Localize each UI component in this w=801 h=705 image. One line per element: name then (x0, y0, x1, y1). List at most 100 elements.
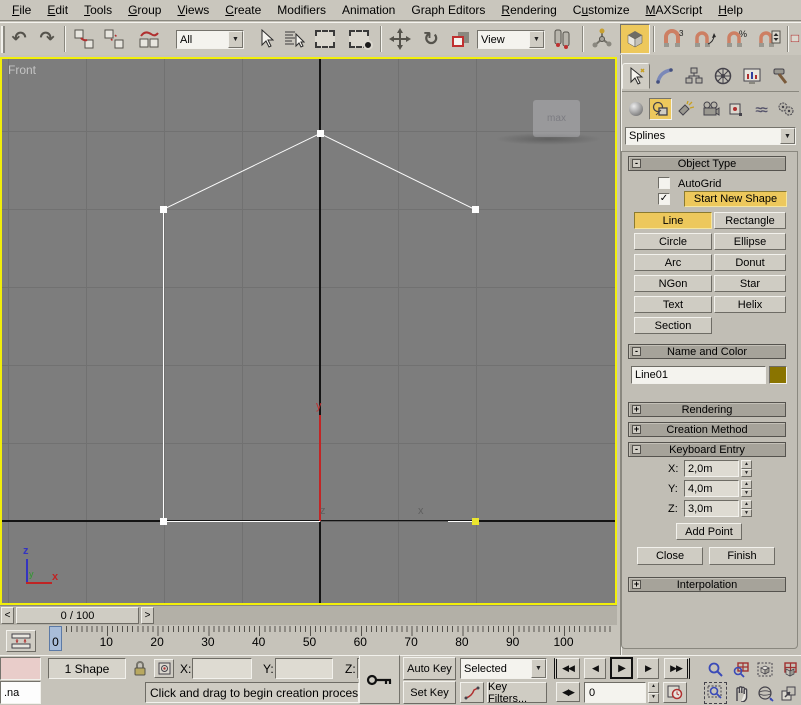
arc-rotate-button[interactable] (753, 682, 776, 704)
keyboard-shortcut-override-button[interactable] (620, 24, 650, 54)
select-by-name-button[interactable] (280, 25, 308, 53)
time-slider-handle[interactable]: 0 / 100 (16, 607, 139, 624)
menu-edit[interactable]: Edit (39, 1, 76, 19)
category-systems[interactable] (774, 98, 797, 120)
category-helpers[interactable] (724, 98, 747, 120)
previous-frame-button[interactable]: ◀ (584, 658, 606, 679)
zoom-button[interactable] (704, 658, 727, 680)
angle-snap-toggle-button[interactable] (690, 25, 720, 53)
rollout-rendering[interactable]: + Rendering (628, 402, 786, 417)
menu-rendering[interactable]: Rendering (493, 1, 564, 19)
ke-y-spinner[interactable]: ▲▼ (741, 480, 752, 497)
snap-toggle-3d-button[interactable]: 3 (658, 25, 688, 53)
front-viewport[interactable]: Front max y z x z x y (0, 57, 617, 605)
default-tangents-button[interactable] (460, 682, 484, 703)
menu-views[interactable]: Views (169, 1, 217, 19)
tab-modify[interactable] (651, 63, 679, 89)
window-crossing-toggle-button[interactable] (344, 25, 374, 53)
menu-animation[interactable]: Animation (334, 1, 403, 19)
rollout-object-type[interactable]: - Object Type (628, 156, 786, 171)
tab-display[interactable] (738, 63, 766, 89)
selected-filter-dropdown[interactable]: Selected ▼ (460, 658, 547, 679)
rollout-keyboard-entry[interactable]: - Keyboard Entry (628, 442, 786, 457)
current-frame-input[interactable]: 0 (584, 682, 646, 703)
autogrid-checkbox[interactable] (658, 177, 670, 189)
redo-button[interactable]: ↷ (34, 25, 60, 51)
object-name-input[interactable]: Line01 (631, 366, 766, 384)
key-filters-button[interactable]: Key Filters... (487, 682, 547, 703)
ke-x-input[interactable]: 2,0m (684, 460, 739, 477)
named-selection-sets-button[interactable] (790, 25, 801, 53)
ellipse-button[interactable]: Ellipse (714, 233, 786, 250)
selection-filter-dropdown[interactable]: All ▼ (176, 30, 244, 49)
category-cameras[interactable] (699, 98, 722, 120)
menu-customize[interactable]: Customize (565, 1, 638, 19)
maxscript-listener-pane[interactable]: .na (0, 681, 41, 704)
ke-z-spinner[interactable]: ▲▼ (741, 500, 752, 517)
next-frame-button[interactable]: ▶ (637, 658, 659, 679)
menu-tools[interactable]: Tools (76, 1, 120, 19)
unlink-selection-button[interactable] (100, 25, 128, 53)
menu-graph-editors[interactable]: Graph Editors (403, 1, 493, 19)
line-button[interactable]: Line (634, 212, 712, 229)
select-and-rotate-button[interactable]: ↻ (418, 25, 444, 53)
add-point-button[interactable]: Add Point (676, 523, 742, 540)
text-button[interactable]: Text (634, 296, 712, 313)
start-new-shape-checkbox[interactable]: ✓ (658, 193, 670, 205)
time-configuration-button[interactable] (663, 682, 687, 703)
viewport-canvas[interactable]: Front max y z x z x y (2, 59, 615, 603)
ke-x-spinner[interactable]: ▲▼ (741, 460, 752, 477)
play-button[interactable]: ▶ (610, 657, 633, 679)
viewport-label[interactable]: Front (8, 63, 36, 77)
close-button[interactable]: Close (637, 547, 703, 565)
bind-to-space-warp-button[interactable] (134, 25, 164, 53)
undo-button[interactable]: ↶ (6, 25, 32, 51)
toolbar-grip[interactable] (1, 26, 5, 53)
chevron-down-icon[interactable]: ▼ (780, 128, 795, 144)
zoom-all-button[interactable] (729, 658, 752, 680)
arc-button[interactable]: Arc (634, 254, 712, 271)
chevron-down-icon[interactable]: ▼ (531, 659, 546, 678)
menu-help[interactable]: Help (710, 1, 751, 19)
zoom-extents-button[interactable] (753, 658, 776, 680)
time-slider-next-button[interactable]: > (141, 607, 154, 624)
absolute-offset-mode-toggle[interactable] (154, 659, 174, 678)
helix-button[interactable]: Helix (714, 296, 786, 313)
menu-maxscript[interactable]: MAXScript (638, 1, 711, 19)
select-and-link-button[interactable] (70, 25, 98, 53)
min-max-toggle-button[interactable] (777, 682, 800, 704)
menu-modifiers[interactable]: Modifiers (269, 1, 334, 19)
select-and-manipulate-button[interactable] (588, 25, 616, 53)
rectangle-button[interactable]: Rectangle (714, 212, 786, 229)
category-space-warps[interactable]: ≈≈ (749, 98, 772, 120)
rollout-name-and-color[interactable]: - Name and Color (628, 344, 786, 359)
chevron-down-icon[interactable]: ▼ (228, 31, 243, 48)
pan-button[interactable] (729, 682, 752, 704)
category-dropdown[interactable]: Splines ▼ (625, 127, 796, 145)
open-mini-curve-editor-button[interactable] (6, 630, 36, 652)
ngon-button[interactable]: NGon (634, 275, 712, 292)
category-geometry[interactable] (624, 98, 647, 120)
object-color-swatch[interactable] (769, 366, 787, 384)
ke-z-input[interactable]: 3,0m (684, 500, 739, 517)
category-lights[interactable] (674, 98, 697, 120)
coord-y-input[interactable] (275, 658, 333, 679)
spinner-snap-toggle-button[interactable] (754, 25, 784, 53)
start-new-shape-button[interactable]: Start New Shape (684, 191, 787, 207)
tab-hierarchy[interactable] (680, 63, 708, 89)
circle-button[interactable]: Circle (634, 233, 712, 250)
time-slider-prev-button[interactable]: < (1, 607, 14, 624)
ke-y-input[interactable]: 4,0m (684, 480, 739, 497)
selection-lock-toggle[interactable] (132, 660, 148, 677)
menu-create[interactable]: Create (217, 1, 269, 19)
zoom-region-button[interactable] (704, 682, 727, 704)
zoom-extents-all-button[interactable] (777, 658, 800, 680)
menu-group[interactable]: Group (120, 1, 169, 19)
select-and-move-button[interactable] (386, 25, 414, 53)
donut-button[interactable]: Donut (714, 254, 786, 271)
select-and-scale-button[interactable] (448, 25, 474, 53)
frame-spinner[interactable]: ▲▼ (648, 682, 659, 703)
tab-create[interactable] (622, 63, 650, 89)
rollout-interpolation[interactable]: + Interpolation (628, 577, 786, 592)
use-pivot-point-center-button[interactable] (548, 25, 576, 53)
